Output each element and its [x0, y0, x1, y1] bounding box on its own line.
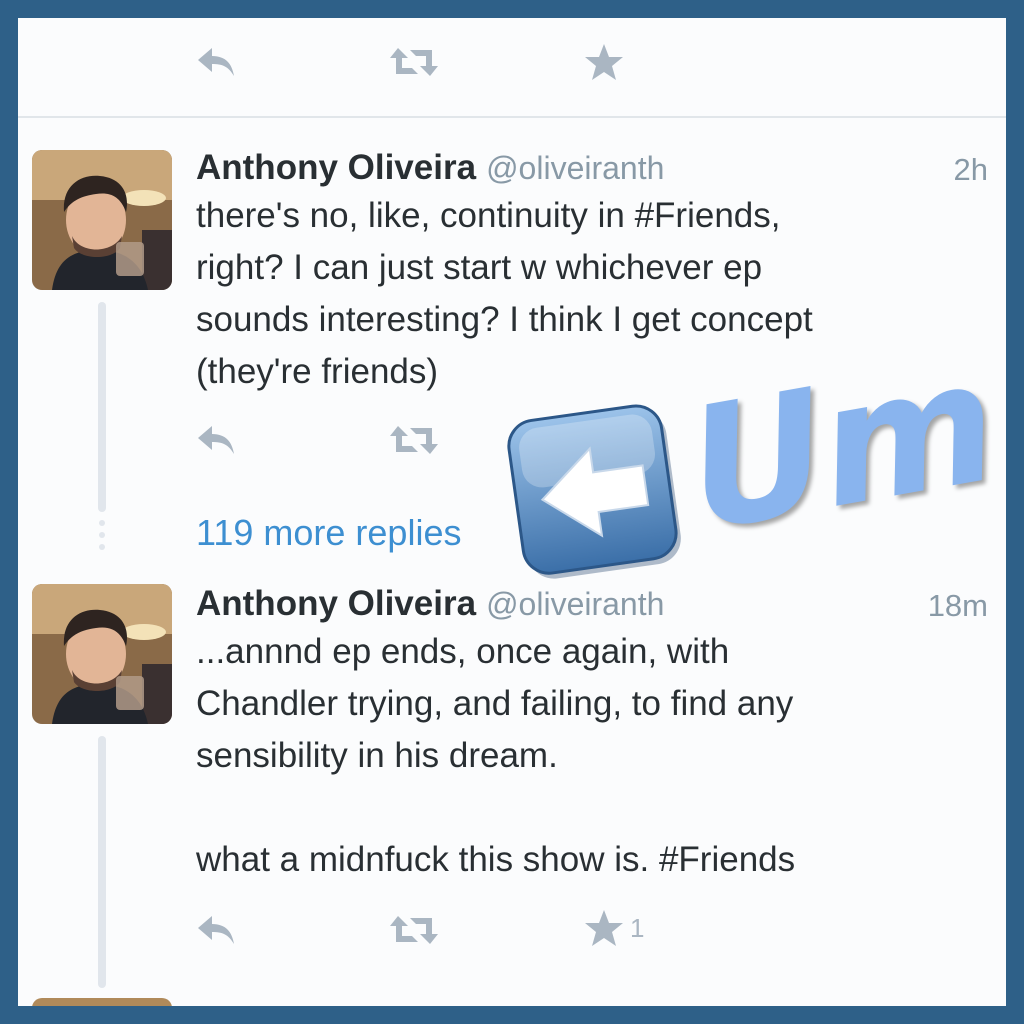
reply-icon: [198, 48, 234, 76]
tweet-author[interactable]: Anthony Oliveira @oliveiranth: [196, 148, 664, 188]
reply-button[interactable]: [194, 44, 238, 80]
tweet-timestamp[interactable]: 18m: [928, 588, 988, 624]
author-handle: @oliveiranth: [486, 150, 665, 186]
retweet-button[interactable]: [388, 912, 440, 948]
thread-line: [98, 736, 106, 988]
star-icon: [585, 44, 623, 80]
reply-icon: [198, 426, 234, 454]
retweet-icon: [390, 426, 438, 454]
retweet-icon: [390, 916, 438, 944]
avatar[interactable]: [32, 150, 172, 290]
avatar[interactable]: [32, 998, 172, 1006]
favorite-button[interactable]: 1: [584, 908, 644, 948]
tweet-text: ...annnd ep ends, once again, with Chand…: [196, 632, 796, 879]
retweet-button[interactable]: [388, 422, 440, 458]
tweet-divider: [18, 116, 1006, 118]
reply-icon: [198, 916, 234, 944]
reply-button[interactable]: [194, 912, 238, 948]
thread-dots: [99, 520, 105, 556]
tweet-author[interactable]: Anthony Oliveira @oliveiranth: [196, 584, 664, 624]
retweet-button[interactable]: [388, 44, 440, 80]
author-name: Anthony Oliveira: [196, 584, 477, 623]
reply-button[interactable]: [194, 422, 238, 458]
more-replies-link[interactable]: 119 more replies: [196, 512, 461, 554]
retweet-icon: [390, 48, 438, 76]
avatar[interactable]: [32, 584, 172, 724]
thread-line: [98, 302, 106, 512]
timeline: Anthony Oliveira @oliveiranth 2h there's …: [18, 18, 1006, 1006]
star-icon: [585, 910, 623, 946]
favorite-count: 1: [630, 912, 645, 943]
tweet-timestamp[interactable]: 2h: [954, 152, 988, 188]
favorite-button[interactable]: [584, 42, 624, 82]
author-name: Anthony Oliveira: [196, 148, 477, 187]
author-handle: @oliveiranth: [486, 586, 665, 622]
left-arrow-emoji-icon: [501, 397, 693, 589]
